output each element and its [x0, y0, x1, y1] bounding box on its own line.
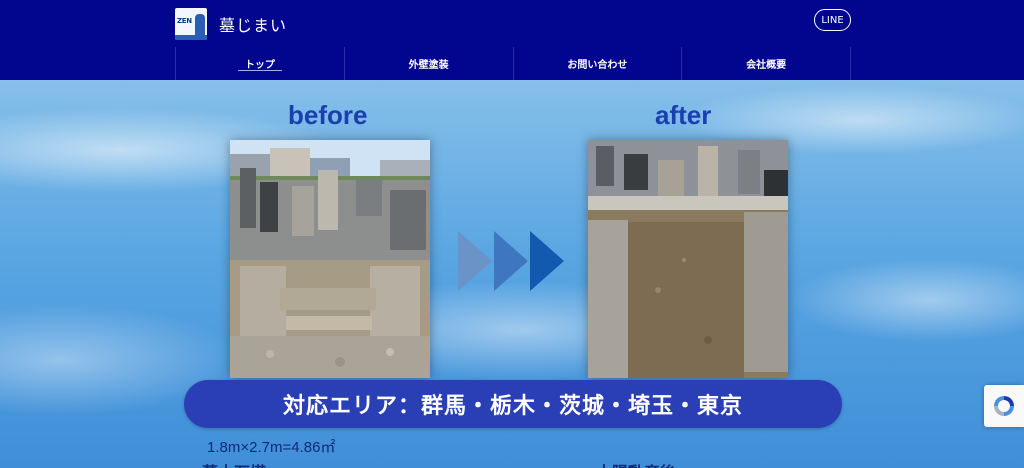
area-spec: 1.8m×2.7m=4.86㎡ — [207, 439, 336, 456]
triple-chevron-right-icon — [458, 231, 564, 291]
caption-right: 太陽動産後 — [596, 459, 676, 468]
after-label: after — [655, 100, 712, 130]
nav-item-top[interactable]: トップ — [176, 47, 345, 80]
before-label: before — [288, 100, 368, 130]
main-nav: トップ 外壁塗装 お問い合わせ 会社概要 — [175, 47, 851, 80]
recaptcha-icon[interactable] — [984, 385, 1024, 427]
brand[interactable]: ZEN 墓じまい — [175, 8, 287, 40]
line-button[interactable]: LINE — [814, 9, 851, 31]
before-photo — [230, 140, 430, 378]
nav-item-company[interactable]: 会社概要 — [682, 47, 851, 80]
logo-figure — [195, 14, 205, 36]
service-area-banner: 対応エリア：群馬・栃木・茨城・埼玉・東京 — [184, 380, 842, 428]
logo-base — [175, 35, 207, 40]
site-title[interactable]: 墓じまい — [219, 12, 287, 36]
logo[interactable]: ZEN — [175, 8, 207, 40]
top-header: ZEN 墓じまい LINE トップ 外壁塗装 お問い合わせ 会社概要 — [0, 0, 1024, 80]
logo-text: ZEN — [177, 17, 192, 25]
caption-left: 墓大石塔 — [202, 459, 266, 468]
nav-item-exterior-painting[interactable]: 外壁塗装 — [345, 47, 514, 80]
nav-item-contact[interactable]: お問い合わせ — [514, 47, 683, 80]
after-photo — [588, 140, 788, 378]
